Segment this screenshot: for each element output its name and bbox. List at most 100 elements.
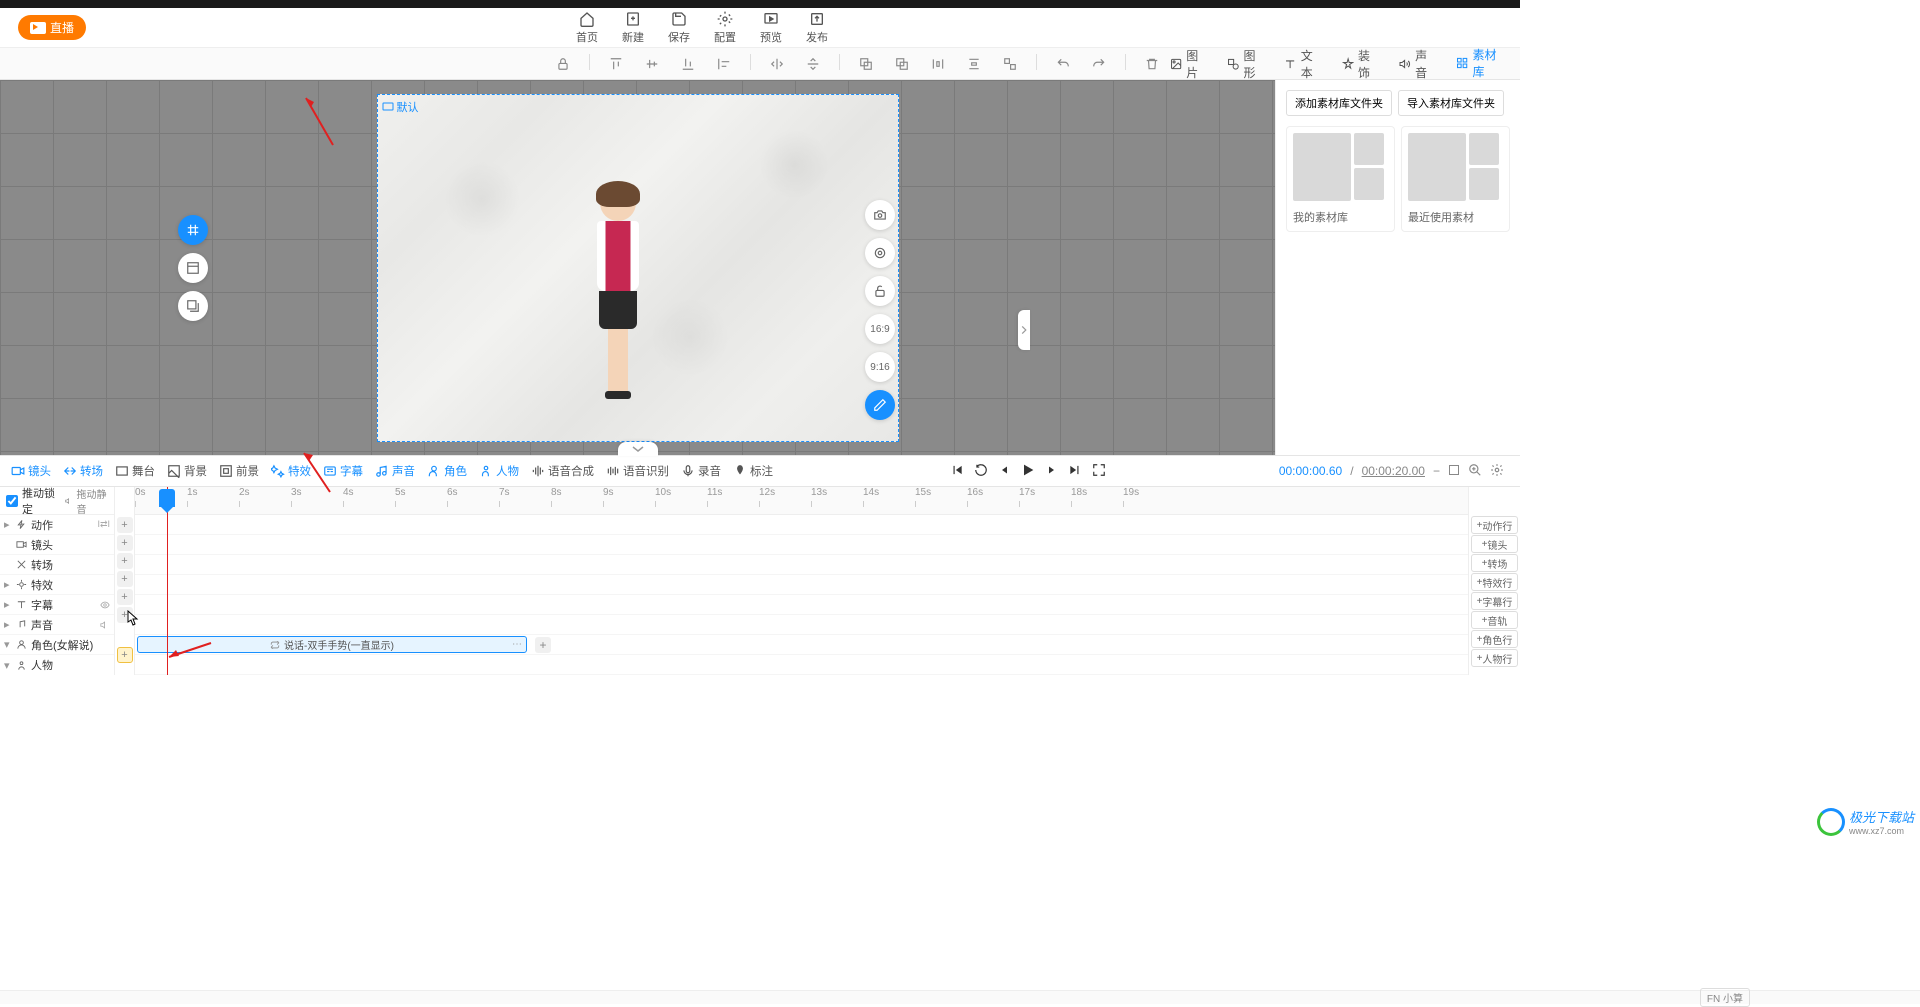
prev-frame-icon[interactable] <box>998 464 1010 479</box>
tl-tab-asr[interactable]: 语音识别 <box>601 460 674 482</box>
tl-tab-record[interactable]: 录音 <box>676 460 726 482</box>
tl-tab-tts[interactable]: 语音合成 <box>526 460 599 482</box>
next-frame-icon[interactable] <box>1046 464 1058 479</box>
tab-image[interactable]: 图片 <box>1162 42 1215 86</box>
tab-decor[interactable]: 装饰 <box>1334 42 1387 86</box>
role-clip[interactable]: 说话-双手手势(一直显示) ⋯ <box>137 636 527 653</box>
panel-toggle[interactable] <box>1018 310 1030 350</box>
tl-tab-fg[interactable]: 前景 <box>214 460 264 482</box>
live-button[interactable]: 直播 <box>18 15 86 40</box>
track-lane-camera[interactable] <box>135 535 1468 555</box>
layers-button[interactable] <box>178 291 208 321</box>
align-top-icon[interactable] <box>606 54 626 74</box>
track-label-effect[interactable]: ▸特效 <box>0 575 114 595</box>
zoom-out-icon[interactable]: − <box>1433 464 1440 478</box>
canvas-frame[interactable]: 默认 <box>377 94 899 442</box>
track-label-action[interactable]: ▸动作I⇄I <box>0 515 114 535</box>
track-lane-person[interactable] <box>135 655 1468 675</box>
eye-icon[interactable] <box>100 600 110 610</box>
lock-icon[interactable] <box>553 54 573 74</box>
track-lane-role[interactable]: 说话-双手手势(一直显示) ⋯ + <box>135 635 1468 655</box>
add-folder-button[interactable]: 添加素材库文件夹 <box>1286 90 1392 116</box>
tl-tab-sound[interactable]: 声音 <box>370 460 420 482</box>
right-btn-person[interactable]: + 人物行 <box>1471 649 1518 667</box>
right-btn-subtitle[interactable]: + 字幕行 <box>1471 592 1518 610</box>
track-label-subtitle[interactable]: ▸字幕 <box>0 595 114 615</box>
settings-icon[interactable] <box>1490 463 1504 480</box>
canvas-collapse-handle[interactable] <box>618 442 658 456</box>
playhead-handle[interactable] <box>159 489 175 507</box>
right-btn-transition[interactable]: + 转场 <box>1471 554 1518 572</box>
canvas-area[interactable]: 默认 16:9 9:16 <box>0 80 1275 455</box>
nav-home[interactable]: 首页 <box>576 11 598 45</box>
tab-text[interactable]: 文本 <box>1276 42 1329 86</box>
total-time[interactable]: 00:00:20.00 <box>1362 464 1425 478</box>
timeline-tracks[interactable]: 0s1s2s3s4s5s6s7s8s9s10s11s12s13s14s15s16… <box>135 487 1468 675</box>
nav-new[interactable]: 新建 <box>622 11 644 45</box>
distribute-v-icon[interactable] <box>964 54 984 74</box>
tl-tab-label[interactable]: 标注 <box>728 460 778 482</box>
track-lane-action[interactable] <box>135 515 1468 535</box>
asset-card-recent[interactable]: 最近使用素材 <box>1401 126 1510 232</box>
edit-button[interactable] <box>865 390 895 420</box>
tl-tab-person[interactable]: 人物 <box>474 460 524 482</box>
tab-library[interactable]: 素材库 <box>1448 42 1512 86</box>
nav-publish[interactable]: 发布 <box>806 11 828 45</box>
add-action-button[interactable]: + <box>117 517 133 533</box>
right-btn-effect[interactable]: + 特效行 <box>1471 573 1518 591</box>
track-label-role[interactable]: ▾角色(女解说) <box>0 635 114 655</box>
play-icon[interactable] <box>1020 462 1036 481</box>
tl-tab-effect[interactable]: 特效 <box>266 460 316 482</box>
tl-tab-bg[interactable]: 背景 <box>162 460 212 482</box>
distribute-h-icon[interactable] <box>928 54 948 74</box>
tl-tab-transition[interactable]: 转场 <box>58 460 108 482</box>
layout-button[interactable] <box>178 253 208 283</box>
grid-toggle-button[interactable] <box>178 215 208 245</box>
add-subtitle-button[interactable]: + <box>117 589 133 605</box>
camera-button[interactable] <box>865 200 895 230</box>
track-lane-subtitle[interactable] <box>135 595 1468 615</box>
align-vcenter-icon[interactable] <box>642 54 662 74</box>
delete-icon[interactable] <box>1142 54 1162 74</box>
track-label-transition[interactable]: 转场 <box>0 555 114 575</box>
right-btn-audio[interactable]: + 音轨 <box>1471 611 1518 629</box>
skip-end-icon[interactable] <box>1068 463 1082 480</box>
tab-shape[interactable]: 图形 <box>1219 42 1272 86</box>
add-transition-button[interactable]: + <box>117 553 133 569</box>
rewind-icon[interactable] <box>974 463 988 480</box>
align-bottom-icon[interactable] <box>678 54 698 74</box>
add-clip-button[interactable]: + <box>535 637 551 653</box>
layer-back-icon[interactable] <box>892 54 912 74</box>
tl-tab-subtitle[interactable]: 字幕 <box>318 460 368 482</box>
fullscreen-icon[interactable] <box>1092 463 1106 480</box>
track-lane-effect[interactable] <box>135 575 1468 595</box>
target-button[interactable] <box>865 238 895 268</box>
redo-icon[interactable] <box>1089 54 1109 74</box>
tab-sound[interactable]: 声音 <box>1391 42 1444 86</box>
add-person-button[interactable]: + <box>117 647 133 663</box>
nav-save[interactable]: 保存 <box>668 11 690 45</box>
align-left-icon[interactable] <box>714 54 734 74</box>
undo-icon[interactable] <box>1053 54 1073 74</box>
tl-tab-camera[interactable]: 镜头 <box>6 460 56 482</box>
skip-start-icon[interactable] <box>950 463 964 480</box>
unlock-button[interactable] <box>865 276 895 306</box>
right-btn-camera[interactable]: + 镜头 <box>1471 535 1518 553</box>
track-label-sound[interactable]: ▸声音 <box>0 615 114 635</box>
track-label-camera[interactable]: 镜头 <box>0 535 114 555</box>
add-camera-button[interactable]: + <box>117 535 133 551</box>
track-label-person[interactable]: ▾人物 <box>0 655 114 675</box>
bottom-button[interactable]: FN 小算 <box>1700 988 1750 1007</box>
right-btn-role[interactable]: + 角色行 <box>1471 630 1518 648</box>
tl-tab-role[interactable]: 角色 <box>422 460 472 482</box>
speaker-icon[interactable] <box>100 620 110 630</box>
flip-v-icon[interactable] <box>803 54 823 74</box>
tl-tab-stage[interactable]: 舞台 <box>110 460 160 482</box>
ratio-9-16-button[interactable]: 9:16 <box>865 352 895 382</box>
track-lane-transition[interactable] <box>135 555 1468 575</box>
asset-card-my-library[interactable]: 我的素材库 <box>1286 126 1395 232</box>
track-lane-sound[interactable] <box>135 615 1468 635</box>
right-btn-action[interactable]: + 动作行 <box>1471 516 1518 534</box>
zoom-fit-icon[interactable] <box>1448 464 1460 479</box>
ratio-16-9-button[interactable]: 16:9 <box>865 314 895 344</box>
